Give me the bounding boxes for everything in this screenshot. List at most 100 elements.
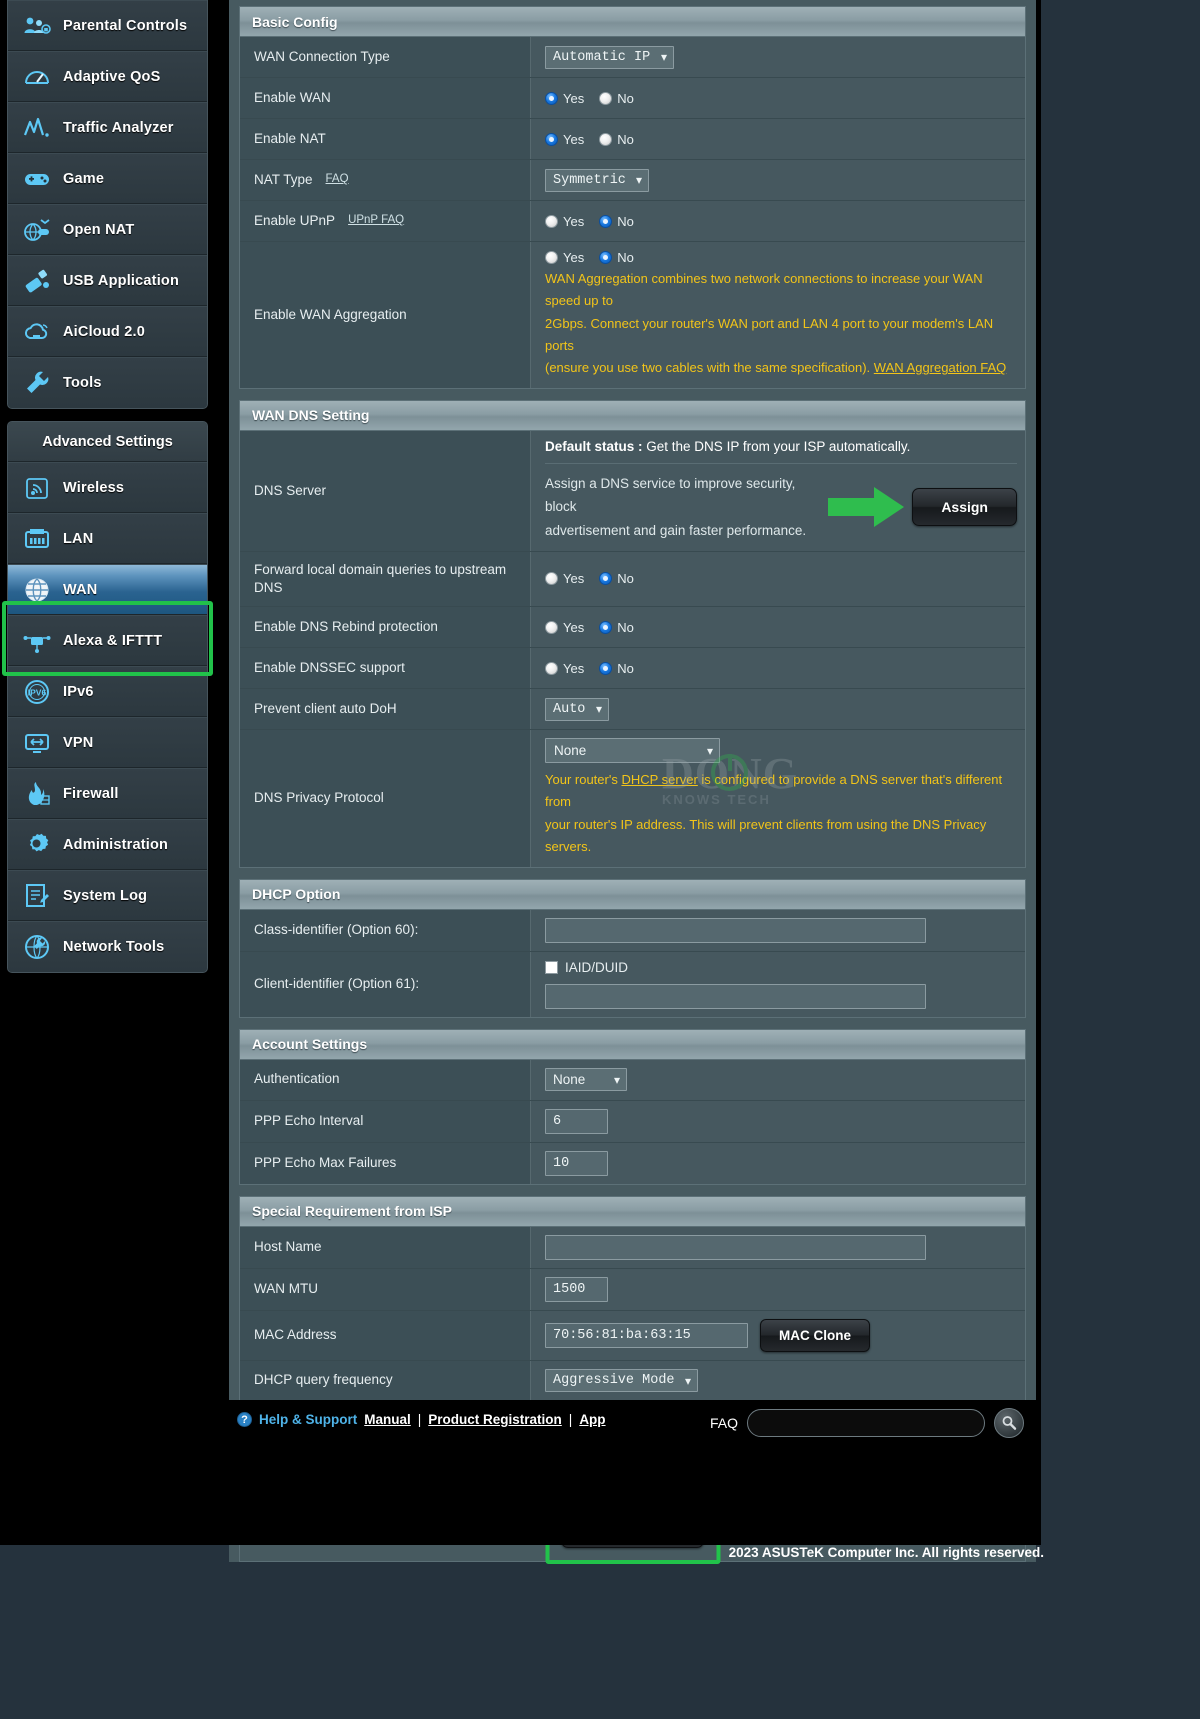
sidebar: AiProtection Parental Controls Adaptive … bbox=[0, 0, 215, 1545]
upnp-faq-link[interactable]: UPnP FAQ bbox=[348, 213, 404, 229]
row-label: Prevent client auto DoH bbox=[240, 689, 531, 730]
nat-type-label: NAT Type bbox=[254, 171, 313, 187]
sidebar-item-traffic-analyzer[interactable]: Traffic Analyzer bbox=[8, 102, 207, 153]
account-settings-title: Account Settings bbox=[240, 1029, 1025, 1060]
assign-button[interactable]: Assign bbox=[912, 488, 1017, 527]
row-wan-connection-type: WAN Connection Type Automatic IP bbox=[240, 37, 1025, 78]
log-icon bbox=[22, 881, 52, 911]
wan-connection-type-select[interactable]: Automatic IP bbox=[545, 45, 674, 69]
row-wan-mtu: WAN MTU bbox=[240, 1268, 1025, 1311]
ppp-echo-interval-input[interactable] bbox=[545, 1108, 608, 1134]
dhcp-query-frequency-select[interactable]: Aggressive Mode bbox=[545, 1369, 698, 1393]
dns-rebind-no[interactable]: No bbox=[599, 620, 634, 635]
prevent-doh-select[interactable]: Auto bbox=[545, 697, 609, 721]
ppp-echo-max-failures-input[interactable] bbox=[545, 1150, 608, 1176]
sidebar-item-system-log[interactable]: System Log bbox=[8, 870, 207, 921]
sidebar-item-parental-controls[interactable]: Parental Controls bbox=[8, 0, 207, 51]
iaid-duid-checkbox[interactable] bbox=[545, 960, 558, 974]
iaid-duid-checkbox-row[interactable]: IAID/DUID bbox=[545, 960, 628, 975]
sidebar-item-tools[interactable]: Tools bbox=[8, 357, 207, 408]
row-nat-type: NAT Type FAQ Symmetric bbox=[240, 160, 1025, 201]
nat-type-select[interactable]: Symmetric bbox=[545, 168, 649, 192]
sidebar-item-label: IPv6 bbox=[63, 683, 94, 700]
help-support-link[interactable]: Help & Support bbox=[259, 1412, 357, 1427]
sidebar-item-usb-application[interactable]: USB Application bbox=[8, 255, 207, 306]
enable-nat-no[interactable]: No bbox=[599, 132, 634, 147]
sidebar-item-vpn[interactable]: VPN bbox=[8, 717, 207, 768]
sidebar-item-label: Administration bbox=[63, 836, 169, 853]
enable-upnp-no[interactable]: No bbox=[599, 214, 634, 229]
sidebar-item-label: System Log bbox=[63, 887, 148, 904]
wan-aggregation-radio-group: Yes No bbox=[545, 250, 643, 265]
sidebar-item-network-tools[interactable]: Network Tools bbox=[8, 921, 207, 972]
search-icon[interactable] bbox=[994, 1408, 1024, 1438]
mac-clone-button[interactable]: MAC Clone bbox=[760, 1318, 870, 1352]
sidebar-item-firewall[interactable]: Firewall bbox=[8, 768, 207, 819]
row-label: Authentication bbox=[240, 1059, 531, 1100]
sidebar-item-wireless[interactable]: Wireless bbox=[8, 462, 207, 513]
dnssec-no[interactable]: No bbox=[599, 661, 634, 676]
wan-aggregation-no[interactable]: No bbox=[599, 250, 634, 265]
row-label: Enable UPnP UPnP FAQ bbox=[240, 201, 531, 241]
sidebar-item-lan[interactable]: LAN bbox=[8, 513, 207, 564]
product-registration-link[interactable]: Product Registration bbox=[428, 1412, 562, 1427]
iaid-duid-label: IAID/DUID bbox=[565, 959, 629, 975]
authentication-select[interactable]: None bbox=[545, 1068, 627, 1092]
sidebar-item-wan[interactable]: WAN bbox=[8, 564, 207, 615]
dhcp-query-frequency-select-wrap: Aggressive Mode bbox=[545, 1369, 698, 1393]
enable-nat-yes[interactable]: Yes bbox=[545, 132, 584, 147]
row-label: DNS Server bbox=[240, 430, 531, 551]
wan-mtu-input[interactable] bbox=[545, 1276, 608, 1302]
divider bbox=[545, 462, 1017, 464]
wan-aggregation-yes[interactable]: Yes bbox=[545, 250, 584, 265]
ethernet-icon bbox=[22, 524, 52, 554]
sidebar-item-administration[interactable]: Administration bbox=[8, 819, 207, 870]
basic-config-title: Basic Config bbox=[240, 7, 1025, 37]
class-identifier-input[interactable] bbox=[545, 917, 926, 943]
special-isp-title: Special Requirement from ISP bbox=[240, 1196, 1025, 1227]
sidebar-item-alexa-ifttt[interactable]: Alexa & IFTTT bbox=[8, 615, 207, 666]
manual-link[interactable]: Manual bbox=[364, 1412, 411, 1427]
radio-dot bbox=[545, 132, 558, 146]
forward-local-no[interactable]: No bbox=[599, 571, 634, 586]
forward-local-yes[interactable]: Yes bbox=[545, 571, 584, 586]
note-line-1: WAN Aggregation combines two network con… bbox=[545, 271, 983, 309]
dnssec-radio-group: Yes No bbox=[545, 661, 643, 676]
assign-desc-line-1: Assign a DNS service to improve security… bbox=[545, 475, 796, 515]
dns-privacy-protocol-select[interactable]: None bbox=[545, 738, 720, 764]
client-identifier-input[interactable] bbox=[545, 983, 926, 1009]
assign-description: Assign a DNS service to improve security… bbox=[545, 472, 828, 543]
enable-wan-no[interactable]: No bbox=[599, 91, 634, 106]
enable-wan-radio-group: Yes No bbox=[545, 91, 643, 106]
sidebar-item-label: Tools bbox=[63, 375, 102, 391]
sidebar-item-ipv6[interactable]: IPV6 IPv6 bbox=[8, 666, 207, 717]
advanced-settings-title: Advanced Settings bbox=[8, 422, 207, 462]
enable-upnp-yes[interactable]: Yes bbox=[545, 214, 584, 229]
sidebar-item-game[interactable]: Game bbox=[8, 153, 207, 204]
basic-config-card: Basic Config WAN Connection Type Automat… bbox=[239, 6, 1026, 389]
radio-dot bbox=[599, 91, 613, 105]
row-label: Enable WAN Aggregation bbox=[240, 242, 531, 388]
sidebar-item-open-nat[interactable]: Open NAT bbox=[8, 204, 207, 255]
sidebar-item-adaptive-qos[interactable]: Adaptive QoS bbox=[8, 51, 207, 102]
enable-wan-yes[interactable]: Yes bbox=[545, 91, 584, 106]
app-link[interactable]: App bbox=[579, 1412, 605, 1427]
vpn-icon bbox=[22, 728, 52, 758]
dns-rebind-yes[interactable]: Yes bbox=[545, 620, 584, 635]
gear-icon bbox=[22, 830, 52, 860]
dhcp-option-title: DHCP Option bbox=[240, 879, 1025, 910]
flame-icon bbox=[22, 779, 52, 809]
mac-address-input[interactable] bbox=[545, 1322, 748, 1348]
faq-search-input[interactable] bbox=[748, 1410, 984, 1436]
nat-type-faq-link[interactable]: FAQ bbox=[326, 172, 349, 188]
dnssec-yes[interactable]: Yes bbox=[545, 661, 584, 676]
main-panel: Basic Config WAN Connection Type Automat… bbox=[215, 0, 1041, 1564]
host-name-input[interactable] bbox=[545, 1234, 926, 1260]
sidebar-item-aicloud[interactable]: AiCloud 2.0 bbox=[8, 306, 207, 357]
wan-aggregation-faq-link[interactable]: WAN Aggregation FAQ bbox=[874, 360, 1006, 375]
wan-dns-title: WAN DNS Setting bbox=[240, 400, 1025, 431]
dhcp-server-link[interactable]: DHCP server bbox=[621, 772, 697, 787]
row-enable-upnp: Enable UPnP UPnP FAQ Yes No bbox=[240, 201, 1025, 242]
row-label: Class-identifier (Option 60): bbox=[240, 909, 531, 951]
row-prevent-doh: Prevent client auto DoH Auto bbox=[240, 689, 1025, 731]
